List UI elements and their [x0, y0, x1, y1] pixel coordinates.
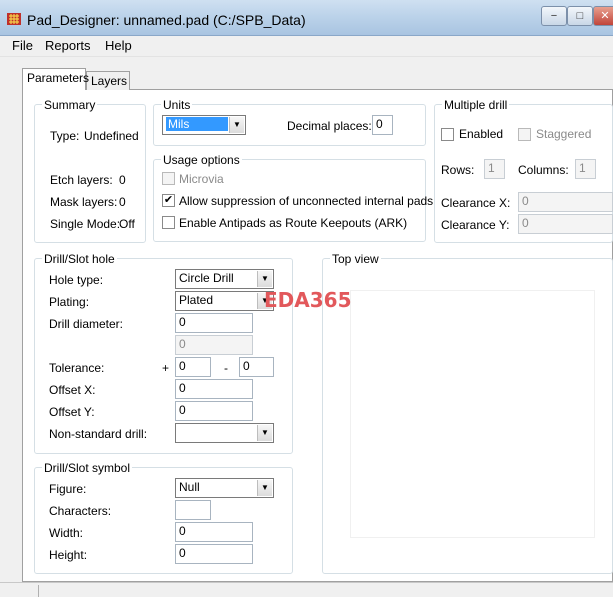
drill-diameter-secondary-input[interactable]: 0	[175, 335, 253, 355]
figure-dropdown[interactable]: Null ▼	[175, 478, 274, 498]
top-view-legend: Top view	[330, 252, 381, 266]
figure-label: Figure:	[49, 482, 87, 496]
width-label: Width:	[49, 526, 84, 540]
enable-antipads-label: Enable Antipads as Route Keepouts (ARK)	[179, 216, 408, 230]
maximize-button[interactable]: □	[567, 6, 593, 26]
pad-designer-app-icon	[7, 13, 21, 25]
close-button[interactable]: ✕	[593, 6, 613, 26]
decimal-places-label: Decimal places:	[287, 119, 372, 133]
tolerance-plus-input[interactable]: 0	[175, 357, 211, 377]
suppress-unconnected-label: Allow suppression of unconnected interna…	[179, 194, 434, 208]
chevron-down-icon: ▼	[257, 480, 272, 496]
plating-label: Plating:	[49, 295, 90, 309]
type-value: Undefined	[84, 129, 139, 143]
plating-dropdown[interactable]: Plated ▼	[175, 291, 274, 311]
units-legend: Units	[161, 98, 193, 112]
mask-layers-value: 0	[119, 195, 126, 209]
suppress-unconnected-checkbox[interactable]: ✔	[162, 194, 175, 207]
offset-y-label: Offset Y:	[49, 405, 95, 419]
drill-diameter-label: Drill diameter:	[49, 317, 124, 331]
columns-input[interactable]: 1	[575, 159, 596, 179]
chevron-down-icon: ▼	[257, 271, 272, 287]
tolerance-minus-input[interactable]: 0	[239, 357, 274, 377]
enable-antipads-checkbox[interactable]	[162, 216, 175, 229]
etch-layers-label: Etch layers:	[50, 173, 113, 187]
decimal-places-input[interactable]: 0	[372, 115, 393, 135]
usage-options-legend: Usage options	[161, 153, 242, 167]
top-view-canvas[interactable]	[350, 290, 595, 538]
tolerance-label: Tolerance:	[49, 361, 105, 375]
window-title: Pad_Designer: unnamed.pad (C:/SPB_Data)	[27, 12, 306, 28]
single-mode-label: Single Mode:	[50, 217, 121, 231]
characters-input[interactable]	[175, 500, 211, 520]
multiple-drill-legend: Multiple drill	[442, 98, 510, 112]
non-standard-drill-dropdown[interactable]: ▼	[175, 423, 274, 443]
offset-x-label: Offset X:	[49, 383, 96, 397]
type-label: Type:	[50, 129, 80, 143]
menu-file[interactable]: File	[12, 38, 33, 53]
tab-layers[interactable]: Layers	[86, 71, 130, 90]
multiple-drill-enabled-checkbox[interactable]	[441, 128, 454, 141]
columns-label: Columns:	[518, 163, 569, 177]
menu-reports[interactable]: Reports	[45, 38, 91, 53]
chevron-down-icon: ▼	[257, 425, 272, 441]
offset-x-input[interactable]: 0	[175, 379, 253, 399]
tab-parameters[interactable]: Parameters	[22, 68, 89, 90]
hole-type-label: Hole type:	[49, 273, 104, 287]
clearance-x-input[interactable]: 0	[518, 192, 613, 212]
microvia-label: Microvia	[179, 172, 224, 186]
rows-label: Rows:	[441, 163, 475, 177]
clearance-y-label: Clearance Y:	[441, 218, 510, 232]
drill-slot-hole-legend: Drill/Slot hole	[42, 252, 117, 266]
height-input[interactable]: 0	[175, 544, 253, 564]
drill-slot-symbol-legend: Drill/Slot symbol	[42, 461, 133, 475]
height-label: Height:	[49, 548, 88, 562]
menu-help[interactable]: Help	[105, 38, 132, 53]
rows-input[interactable]: 1	[484, 159, 505, 179]
plating-value: Plated	[179, 293, 214, 307]
width-input[interactable]: 0	[175, 522, 253, 542]
menu-bar	[0, 36, 613, 57]
clearance-x-label: Clearance X:	[441, 196, 511, 210]
clearance-y-input[interactable]: 0	[518, 214, 613, 234]
summary-legend: Summary	[42, 98, 98, 112]
staggered-label: Staggered	[536, 127, 592, 141]
tolerance-minus-sign: -	[224, 361, 228, 375]
etch-layers-value: 0	[119, 173, 126, 187]
drill-diameter-input[interactable]: 0	[175, 313, 253, 333]
checkmark-icon: ✔	[163, 194, 174, 206]
characters-label: Characters:	[49, 504, 112, 518]
tolerance-plus-sign: +	[162, 361, 170, 375]
figure-value: Null	[179, 480, 200, 494]
offset-y-input[interactable]: 0	[175, 401, 253, 421]
status-bar	[0, 582, 613, 597]
mask-layers-label: Mask layers:	[50, 195, 118, 209]
single-mode-value: Off	[119, 217, 135, 231]
watermark: EDA365	[264, 288, 352, 312]
status-divider	[38, 585, 39, 597]
chevron-down-icon: ▼	[229, 117, 244, 133]
units-selected-value: Mils	[166, 117, 228, 131]
multiple-drill-enabled-label: Enabled	[459, 127, 504, 141]
units-dropdown[interactable]: Mils ▼	[162, 115, 246, 135]
staggered-checkbox[interactable]	[518, 128, 531, 141]
non-standard-drill-label: Non-standard drill:	[49, 427, 148, 441]
hole-type-value: Circle Drill	[179, 271, 234, 285]
hole-type-dropdown[interactable]: Circle Drill ▼	[175, 269, 274, 289]
minimize-button[interactable]: −	[541, 6, 567, 26]
microvia-checkbox[interactable]	[162, 172, 175, 185]
